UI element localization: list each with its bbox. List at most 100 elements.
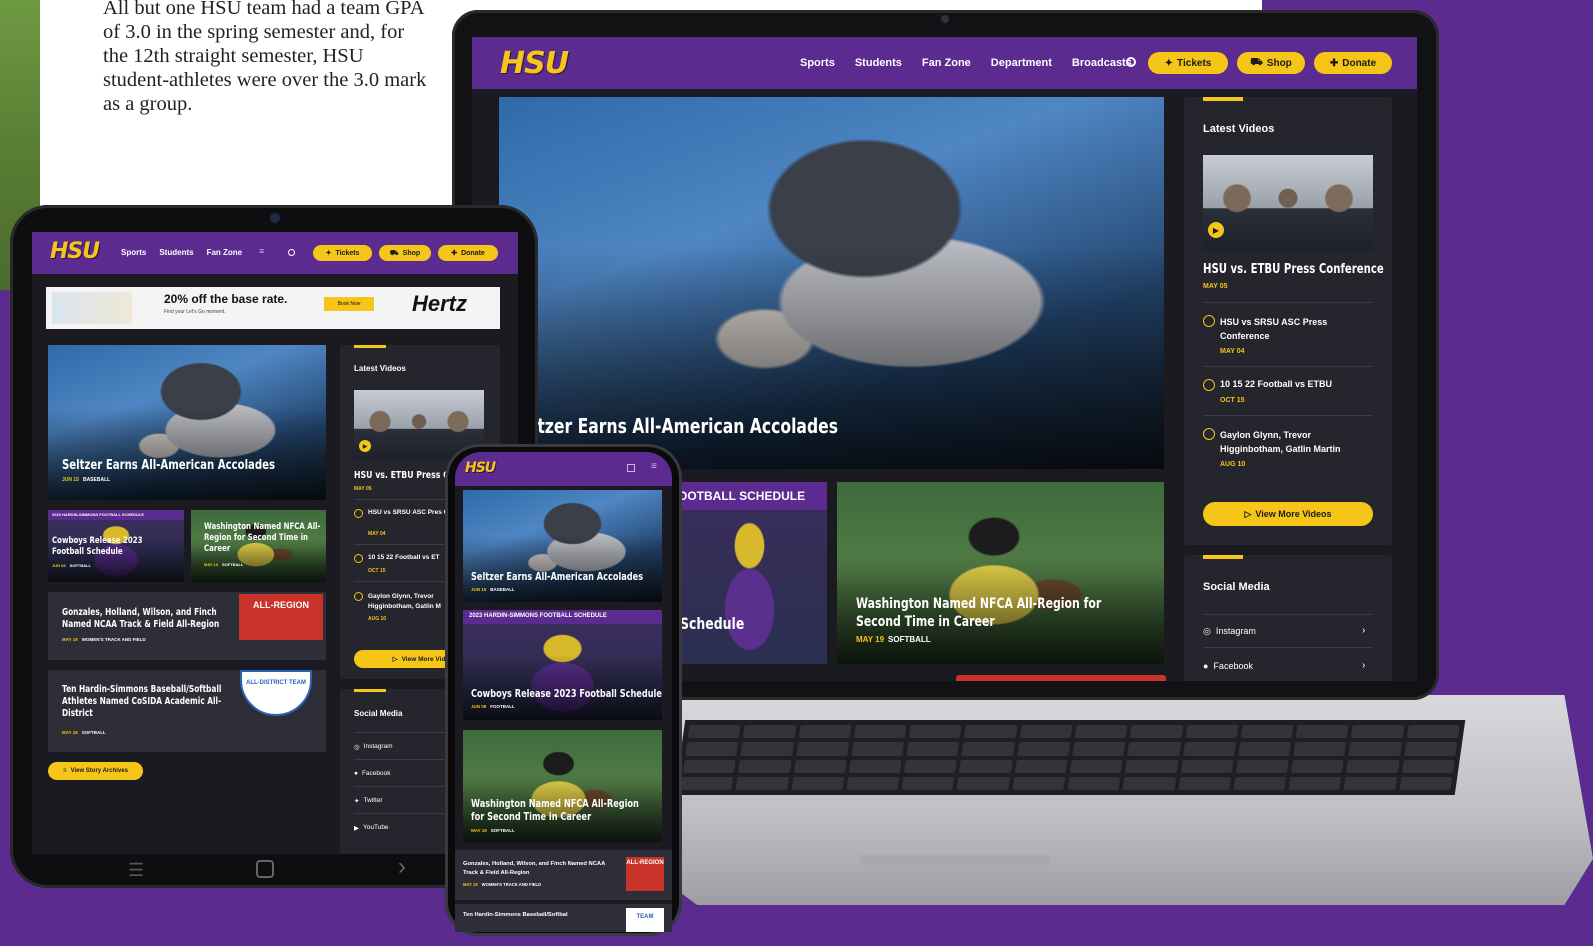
ticket-icon: ✦	[325, 250, 332, 257]
panel-accent	[354, 689, 386, 692]
panel-accent	[1203, 97, 1243, 101]
all-region-badge: ALL-REGION	[626, 857, 664, 891]
donate-icon: ✚	[1329, 57, 1339, 69]
social-twitter[interactable]: ✦ Twitter	[354, 797, 383, 805]
site-logo[interactable]: HSU	[50, 239, 100, 264]
social-facebook[interactable]: ● Facebook	[354, 770, 390, 777]
softball-title[interactable]: Washington Named NFCA All-Region for Sec…	[204, 522, 321, 555]
divider	[1203, 415, 1373, 416]
schedule-banner-text: 2023 HARDIN-SIMMONS FOOTBALL SCHEDULE	[469, 613, 607, 619]
softball-date: MAY 19	[204, 562, 219, 567]
view-story-archives-button[interactable]: ≡ View Story Archives	[48, 762, 143, 780]
featured-video-title[interactable]: HSU vs. ETBU Press Conference	[1203, 262, 1384, 277]
phone-story-baseball[interactable]	[463, 490, 662, 602]
video-item-1-title[interactable]: HSU vs SRSU ASC Press Conference	[1220, 315, 1370, 343]
facebook-icon: ●	[1203, 661, 1209, 671]
social-instagram[interactable]: ◎ Instagram	[1203, 626, 1256, 637]
social-youtube[interactable]: ▶ YouTube	[354, 824, 389, 832]
phone-story-1-title[interactable]: Seltzer Earns All-American Accolades	[471, 571, 643, 583]
phone-story-3-title[interactable]: Washington Named NFCA All-Region for Sec…	[471, 798, 643, 824]
story-sport: FOOTBALL	[490, 704, 515, 709]
softball-sport: SOFTBALL	[888, 635, 931, 644]
donate-button[interactable]: ✚ Donate	[438, 245, 498, 261]
social-facebook[interactable]: ● Facebook	[1203, 661, 1253, 671]
social-instagram[interactable]: ◎ Instagram	[354, 743, 393, 751]
softball-title[interactable]: Washington Named NFCA All-Region for Sec…	[856, 595, 1137, 631]
instagram-icon: ◎	[354, 744, 360, 751]
play-circle-icon	[354, 554, 363, 563]
nav-fan-zone[interactable]: Fan Zone	[207, 248, 243, 257]
donate-label: Donate	[1342, 57, 1377, 69]
list-item-sport: WOMEN'S TRACK AND FIELD	[81, 637, 146, 642]
search-icon[interactable]	[1126, 57, 1136, 67]
social-media-heading: Social Media	[1203, 581, 1270, 593]
tickets-button[interactable]: ✦ Tickets	[313, 245, 372, 261]
divider	[1203, 366, 1373, 367]
nav-department[interactable]: Department	[991, 57, 1052, 69]
chevron-right-icon: ›	[1362, 660, 1366, 671]
play-circle-icon	[1203, 315, 1215, 327]
play-icon[interactable]: ▶	[359, 440, 371, 452]
schedule-sport: SOFTBALL	[69, 563, 91, 568]
phone-list-2-title[interactable]: Ten Hardin-Simmons Baseball/Softbal	[463, 912, 621, 918]
nav-sports[interactable]: Sports	[800, 57, 835, 69]
menu-icon[interactable]: ≡	[259, 246, 264, 256]
hero-title[interactable]: Seltzer Earns All-American Accolades	[62, 458, 275, 473]
list-sport: WOMEN'S TRACK AND FIELD	[481, 882, 542, 887]
tickets-label: Tickets	[335, 249, 360, 257]
nav-students[interactable]: Students	[855, 57, 902, 69]
featured-video-thumbnail[interactable]	[1203, 155, 1373, 251]
divider	[1203, 647, 1373, 648]
all-district-badge: TEAM	[626, 908, 664, 932]
tablet-home-icon[interactable]	[256, 860, 274, 878]
laptop-camera	[941, 15, 949, 23]
video-item-3-title[interactable]: Gaylon Glynn, Trevor Higginbotham, Gatli…	[1220, 428, 1370, 456]
shop-button[interactable]: ⛟ Shop	[1237, 52, 1305, 74]
instagram-icon: ◎	[1203, 626, 1211, 636]
softball-sport: SOFTBALL	[222, 562, 244, 567]
featured-video-date: MAY 05	[354, 486, 372, 492]
video-item-2-date: OCT 15	[1220, 397, 1245, 404]
nav-fan-zone[interactable]: Fan Zone	[922, 57, 971, 69]
all-region-badge: ALL-REGION	[239, 594, 323, 640]
list-icon: ≡	[63, 768, 67, 774]
site-logo[interactable]: HSU	[465, 460, 496, 476]
schedule-title[interactable]: Cowboys Release 2023 Football Schedule	[52, 536, 177, 558]
list-item-title[interactable]: Gonzales, Holland, Wilson, and Finch Nam…	[62, 607, 241, 631]
tickets-label: Tickets	[1177, 57, 1212, 69]
social-media-heading: Social Media	[354, 709, 403, 718]
play-icon[interactable]: ▶	[1208, 222, 1224, 238]
shop-button[interactable]: ⛟ Shop	[379, 245, 431, 261]
view-more-videos-button[interactable]: ▷ View More Videos	[1203, 502, 1373, 526]
phone-story-softball[interactable]	[463, 730, 662, 842]
hero-title[interactable]: ltzer Earns All-American Accolades	[532, 414, 838, 438]
tickets-icon[interactable]	[627, 464, 635, 472]
phone-story-3-meta: MAY 19 SOFTBALL	[471, 828, 515, 833]
story-overlay	[463, 490, 662, 602]
donate-button[interactable]: ✚ Donate	[1314, 52, 1392, 74]
next-story-peek	[956, 675, 1166, 681]
tickets-button[interactable]: ✦ Tickets	[1148, 52, 1228, 74]
panel-accent	[1203, 555, 1243, 559]
ad-headline: 20% off the base rate.	[164, 292, 288, 306]
ad-book-now-button[interactable]: Book Now	[324, 297, 374, 311]
nav-sports[interactable]: Sports	[121, 248, 146, 257]
softball-meta: MAY 19 SOFTBALL	[856, 635, 931, 644]
video-item-2-title[interactable]: 10 15 22 Football vs ETBU	[1220, 379, 1370, 389]
search-icon[interactable]	[288, 249, 295, 256]
schedule-title[interactable]: Schedule	[680, 614, 744, 633]
menu-icon[interactable]: ≡	[651, 461, 657, 472]
site-logo[interactable]: HSU	[500, 46, 569, 81]
list-item-title[interactable]: Ten Hardin-Simmons Baseball/Softball Ath…	[62, 684, 234, 720]
tablet-back-icon[interactable]: ›	[398, 853, 406, 881]
nav-broadcasts[interactable]: Broadcasts	[1072, 57, 1132, 69]
list-item-meta: MAY 16 SOFTBALL	[62, 730, 106, 735]
play-circle-icon	[1203, 428, 1215, 440]
phone-screen: HSU ≡ Seltzer Earns All-American Accolad…	[455, 452, 672, 932]
tablet-menu-icon[interactable]: ☰	[128, 860, 144, 881]
phone-story-2-title[interactable]: Cowboys Release 2023 Football Schedule	[471, 688, 662, 700]
story-date: JUN 15	[471, 587, 487, 592]
nav-students[interactable]: Students	[159, 248, 193, 257]
phone-list-1-title[interactable]: Gonzales, Holland, Wilson, and Finch Nam…	[463, 860, 621, 878]
softball-date: MAY 19	[856, 635, 885, 644]
